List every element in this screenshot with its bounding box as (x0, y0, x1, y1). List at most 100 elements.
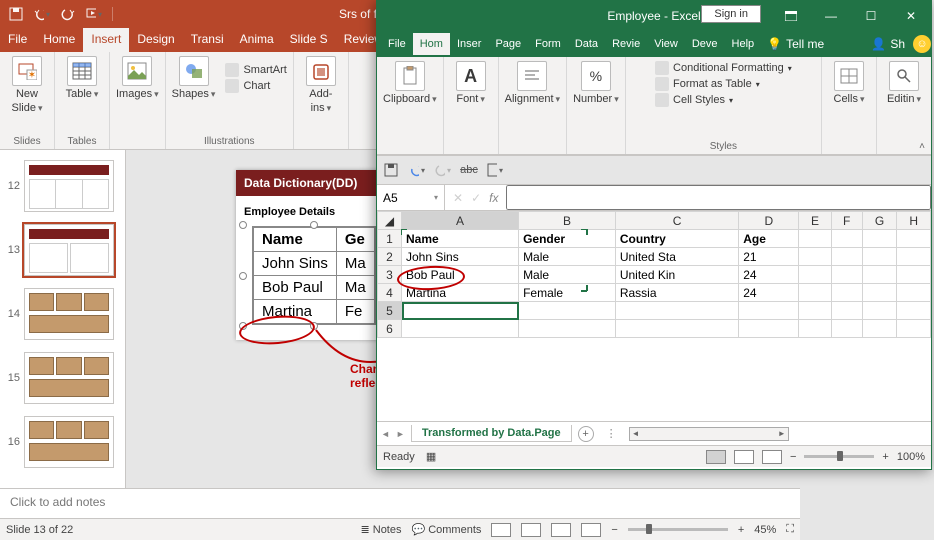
start-from-beginning-icon[interactable] (86, 6, 102, 22)
zoom-out-icon[interactable]: − (611, 524, 617, 536)
xl-tab-formulas[interactable]: Form (528, 33, 568, 55)
page-break-view-icon[interactable] (762, 450, 782, 464)
cell[interactable] (799, 266, 831, 284)
cell[interactable]: United Kin (615, 266, 738, 284)
cell[interactable] (739, 302, 799, 320)
minimize-icon[interactable]: — (811, 1, 851, 31)
new-slide-button[interactable]: ✶ New Slide (6, 56, 48, 114)
resize-handle[interactable] (239, 272, 247, 280)
page-layout-view-icon[interactable] (734, 450, 754, 464)
normal-view-icon[interactable] (706, 450, 726, 464)
notes-pane[interactable]: Click to add notes (0, 488, 800, 518)
addins-button[interactable]: Add- ins (300, 56, 342, 114)
fx-icon[interactable]: fx (489, 191, 498, 205)
share-button[interactable]: 👤Sh (871, 37, 905, 51)
thumbnail-16[interactable]: 16 (0, 410, 125, 474)
tellme-button[interactable]: 💡Tell me (767, 37, 824, 51)
cell[interactable] (862, 266, 897, 284)
xl-tab-pagelayout[interactable]: Page (488, 33, 528, 55)
font-button[interactable]: AFont (450, 61, 492, 105)
notes-toggle[interactable]: ≣ Notes (361, 523, 402, 536)
tab-home[interactable]: Home (35, 28, 83, 52)
cell[interactable] (831, 284, 862, 302)
chart-button[interactable]: Chart (225, 79, 286, 93)
borders-icon[interactable] (487, 162, 503, 178)
strikethrough-icon[interactable]: abc (461, 162, 477, 178)
cell[interactable] (799, 302, 831, 320)
save-icon[interactable] (383, 162, 399, 178)
fit-to-window-icon[interactable]: ⛶ (786, 523, 794, 536)
col-header[interactable]: D (739, 212, 799, 230)
clipboard-button[interactable]: Clipboard (383, 61, 437, 105)
row-header[interactable]: 5 (378, 302, 402, 320)
cell[interactable] (615, 302, 738, 320)
smartart-button[interactable]: SmartArt (225, 63, 286, 77)
number-button[interactable]: %Number (573, 61, 619, 105)
tab-insert[interactable]: Insert (83, 28, 129, 52)
cell[interactable] (799, 248, 831, 266)
normal-view-icon[interactable] (491, 523, 511, 537)
name-box[interactable]: A5▾ (377, 185, 445, 210)
cell[interactable] (862, 248, 897, 266)
signin-button[interactable]: Sign in (701, 5, 761, 23)
cell[interactable]: Rassia (615, 284, 738, 302)
cell[interactable]: Gender (519, 230, 616, 248)
sorter-view-icon[interactable] (521, 523, 541, 537)
collapse-ribbon-icon[interactable]: ˄ (919, 141, 925, 152)
macro-record-icon[interactable]: ▦ (426, 451, 436, 463)
undo-icon[interactable] (409, 162, 425, 178)
format-as-table-button[interactable]: Format as Table ▾ (655, 77, 792, 91)
cell[interactable] (897, 248, 931, 266)
cell[interactable]: United Sta (615, 248, 738, 266)
cell[interactable] (831, 230, 862, 248)
table-button[interactable]: Table (61, 56, 103, 100)
cell[interactable] (897, 230, 931, 248)
formula-input[interactable] (506, 185, 931, 210)
alignment-button[interactable]: Alignment (505, 61, 560, 105)
cell[interactable] (862, 284, 897, 302)
new-sheet-button[interactable]: + (578, 426, 594, 442)
embedded-table-object[interactable]: NameGe John SinsMa Bob PaulMa MartinaFe (244, 226, 384, 325)
cell[interactable] (799, 320, 831, 338)
thumbnail-15[interactable]: 15 (0, 346, 125, 410)
tab-design[interactable]: Design (129, 28, 182, 52)
xl-tab-developer[interactable]: Deve (685, 33, 725, 55)
resize-handle[interactable] (310, 221, 318, 229)
tab-scroll-right-icon[interactable]: ► (396, 429, 405, 439)
cells-button[interactable]: Cells (828, 61, 870, 105)
col-header[interactable]: C (615, 212, 738, 230)
cell[interactable] (519, 302, 616, 320)
cell[interactable] (897, 302, 931, 320)
cell-styles-button[interactable]: Cell Styles ▾ (655, 93, 792, 107)
sheet-tab[interactable]: Transformed by Data.Page (411, 425, 572, 442)
zoom-slider[interactable]: .xl-status .zoom-slider::after{left:33px… (804, 455, 874, 458)
cell[interactable]: Age (739, 230, 799, 248)
maximize-icon[interactable]: ☐ (851, 1, 891, 31)
images-button[interactable]: Images (116, 56, 159, 100)
thumbnail-14[interactable]: 14 (0, 282, 125, 346)
resize-handle[interactable] (239, 221, 247, 229)
comments-toggle[interactable]: 💬 Comments (412, 523, 482, 536)
cell[interactable] (831, 302, 862, 320)
cell[interactable]: John Sins (402, 248, 519, 266)
thumbnail-13[interactable]: 13 (0, 218, 125, 282)
thumbnail-12[interactable]: 12 (0, 154, 125, 218)
ribbon-display-options-icon[interactable] (771, 1, 811, 31)
conditional-formatting-button[interactable]: Conditional Formatting ▾ (655, 61, 792, 75)
col-header[interactable]: H (897, 212, 931, 230)
redo-icon[interactable] (60, 6, 76, 22)
cell[interactable] (519, 320, 616, 338)
xl-tab-file[interactable]: File (381, 33, 413, 55)
reading-view-icon[interactable] (551, 523, 571, 537)
cell[interactable]: 21 (739, 248, 799, 266)
cell[interactable]: Country (615, 230, 738, 248)
tab-transitions[interactable]: Transi (183, 28, 232, 52)
cell[interactable] (831, 266, 862, 284)
cell[interactable]: Male (519, 266, 616, 284)
row-header[interactable]: 2 (378, 248, 402, 266)
col-header[interactable]: E (799, 212, 831, 230)
slide-counter[interactable]: Slide 13 of 22 (6, 524, 73, 536)
xl-tab-review[interactable]: Revie (605, 33, 647, 55)
tab-slideshow[interactable]: Slide S (282, 28, 336, 52)
close-icon[interactable]: ✕ (891, 1, 931, 31)
